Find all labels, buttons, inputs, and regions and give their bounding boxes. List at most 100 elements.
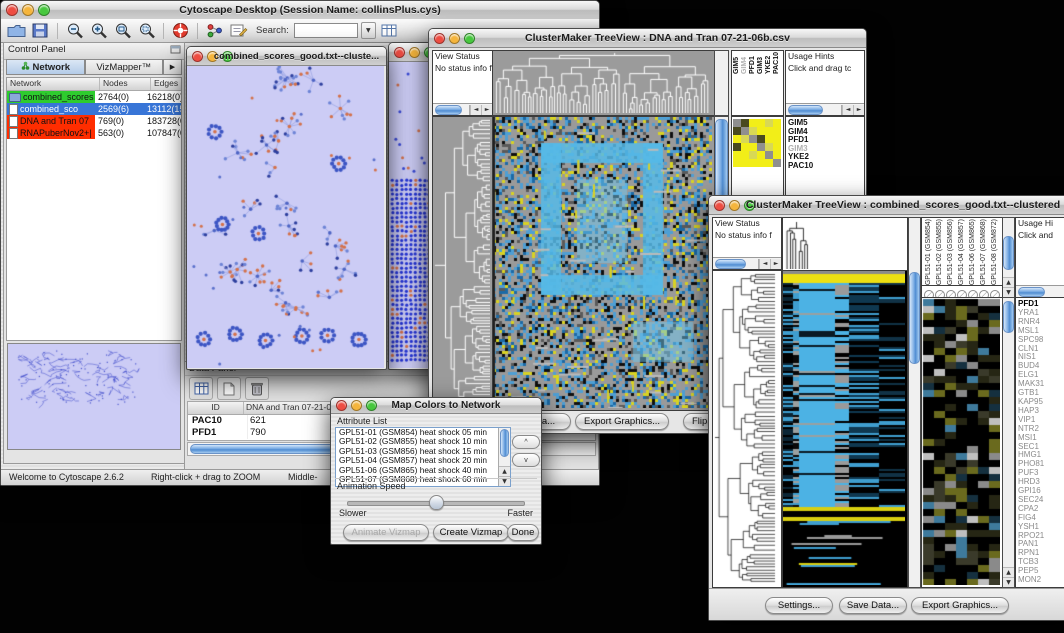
tv1-column-label[interactable]: GIM3	[757, 52, 765, 74]
scroll-left-arrow[interactable]: ◄	[759, 259, 770, 269]
tv2-column-label[interactable]: GPL51-08 (GSM872)	[989, 219, 1000, 285]
tv1-column-label[interactable]: GIM4	[741, 52, 749, 74]
scrollbar-thumb[interactable]	[715, 119, 728, 199]
scrollbar-thumb[interactable]	[435, 105, 462, 115]
scrollbar-thumb[interactable]	[715, 259, 746, 269]
zoom-fit-icon[interactable]	[112, 21, 133, 40]
search-input[interactable]	[294, 23, 358, 38]
network-view-titlebar[interactable]: combined_scores_good.txt--cluste...	[187, 47, 386, 66]
search-dropdown-button[interactable]: ▼	[361, 22, 376, 39]
id-column-header[interactable]: ID	[188, 402, 244, 414]
speed-slider-thumb[interactable]	[429, 495, 444, 510]
treeview1-titlebar[interactable]: ClusterMaker TreeView : DNA and Tran 07-…	[429, 29, 866, 48]
tv1-export-graphics-button[interactable]: Export Graphics...	[575, 413, 669, 430]
tv2-column-label[interactable]: GPL51-03 (GSM856)	[945, 219, 956, 285]
tv1-status-hscrollbar[interactable]: ◄►	[433, 103, 492, 115]
open-session-button[interactable]	[6, 21, 27, 40]
tv2-column-label[interactable]: GPL51-06 (GSM865)	[967, 219, 978, 285]
move-up-button[interactable]: ^	[512, 435, 540, 449]
tv2-gene-label[interactable]: MON2	[1016, 576, 1064, 585]
scrollbar-thumb[interactable]	[1018, 287, 1045, 297]
tab-overflow-button[interactable]: ▶	[163, 59, 182, 75]
close-button[interactable]	[6, 4, 18, 16]
scroll-right-arrow[interactable]: ►	[853, 105, 864, 115]
tab-vizmapper[interactable]: VizMapper™	[85, 59, 164, 75]
scroll-right-arrow[interactable]: ►	[770, 259, 781, 269]
network-list-row[interactable]: combined_scores2764(0)16218(0)	[7, 91, 181, 103]
close-button[interactable]	[434, 33, 445, 44]
tv1-column-label[interactable]: PFD1	[749, 52, 757, 74]
tv1-dendro-scrollbar[interactable]	[714, 50, 729, 116]
scroll-right-arrow[interactable]: ►	[481, 105, 492, 115]
tv2-column-label[interactable]: GPL51-01 (GSM854)	[923, 219, 934, 285]
scrollbar-thumb[interactable]	[1003, 301, 1014, 333]
tv2-heatmap[interactable]	[782, 270, 908, 588]
tv2-collabel-scrollbar[interactable]: ▲▼	[1002, 217, 1015, 298]
network-list-row[interactable]: combined_sco2569(6)13112(15)	[7, 103, 181, 115]
tv2-status-hscrollbar[interactable]: ◄►	[713, 257, 781, 269]
save-session-button[interactable]	[30, 21, 51, 40]
scroll-down-arrow[interactable]: ▼	[1003, 287, 1014, 297]
tv1-column-label[interactable]: PAC10	[773, 52, 781, 74]
tv1-heatmap[interactable]	[492, 116, 715, 411]
help-lifesaver-icon[interactable]	[170, 21, 191, 40]
tv2-column-label[interactable]: GPL51-04 (GSM857)	[956, 219, 967, 285]
network-list-row[interactable]: DNA and Tran 07769(0)183728(0)	[7, 115, 181, 127]
column-header-network[interactable]: Network	[7, 78, 100, 90]
create-vizmap-button[interactable]: Create Vizmap	[433, 524, 509, 541]
float-panel-icon[interactable]	[170, 45, 181, 57]
main-titlebar[interactable]: Cytoscape Desktop (Session Name: collins…	[1, 1, 599, 20]
tv2-save-data-button[interactable]: Save Data...	[839, 597, 907, 614]
scroll-up-arrow[interactable]: ▲	[499, 466, 510, 476]
scroll-left-arrow[interactable]: ◄	[842, 105, 853, 115]
tv2-export-graphics-button[interactable]: Export Graphics...	[911, 597, 1009, 614]
dialog-titlebar[interactable]: Map Colors to Network	[331, 398, 541, 414]
tv1-column-label[interactable]: GIM5	[733, 52, 741, 74]
scrollbar-thumb[interactable]	[788, 105, 823, 115]
zoom-selected-icon[interactable]	[136, 21, 157, 40]
tv2-gene-scrollbar[interactable]: ▲▼	[1002, 297, 1015, 588]
close-button[interactable]	[714, 200, 725, 211]
tv1-hints-hscrollbar[interactable]: ◄►	[786, 103, 864, 115]
scrollbar-thumb[interactable]	[909, 272, 920, 364]
minimize-button[interactable]	[409, 47, 420, 58]
tv1-row-label[interactable]: PAC10	[786, 162, 864, 171]
scroll-up-arrow[interactable]: ▲	[1003, 277, 1014, 287]
network-overview-canvas[interactable]	[7, 343, 181, 450]
network-list-row[interactable]: RNAPuberNov2+|563(0)107847(0)	[7, 127, 181, 139]
scrollbar-thumb[interactable]	[500, 429, 509, 457]
tab-network[interactable]: Network	[6, 59, 85, 75]
tv2-column-label[interactable]: GPL51-07 (GSM868)	[978, 219, 989, 285]
close-button[interactable]	[192, 51, 203, 62]
tv1-column-dendrogram[interactable]	[492, 50, 715, 116]
tv2-heatmap-vscrollbar[interactable]	[908, 217, 921, 588]
zoom-in-icon[interactable]	[88, 21, 109, 40]
tv2-hints-hscrollbar[interactable]	[1016, 285, 1064, 297]
network-view-canvas[interactable]	[187, 66, 384, 368]
column-header-nodes[interactable]: Nodes	[100, 78, 151, 90]
close-button[interactable]	[336, 400, 347, 411]
scroll-up-arrow[interactable]: ▲	[1003, 567, 1014, 577]
move-down-button[interactable]: v	[512, 453, 540, 467]
tv1-column-label[interactable]: YKE2	[765, 52, 773, 74]
zoom-out-icon[interactable]	[64, 21, 85, 40]
close-button[interactable]	[394, 47, 405, 58]
new-attribute-icon[interactable]	[217, 377, 241, 400]
scroll-left-arrow[interactable]: ◄	[470, 105, 481, 115]
animate-vizmap-button[interactable]: Animate Vizmap	[343, 524, 429, 541]
tv2-column-dendrogram[interactable]	[782, 217, 908, 272]
tv2-column-label[interactable]: GPL51-02 (GSM855)	[934, 219, 945, 285]
tv2-settings-button[interactable]: Settings...	[765, 597, 833, 614]
treeview2-titlebar[interactable]: ClusterMaker TreeView : combined_scores_…	[709, 196, 1064, 215]
tv2-row-dendrogram[interactable]	[712, 270, 782, 588]
done-button[interactable]: Done	[507, 524, 539, 541]
delete-attribute-icon[interactable]	[245, 377, 269, 400]
column-header-edges[interactable]: Edges	[151, 78, 181, 90]
tv1-row-dendrogram[interactable]	[432, 116, 493, 411]
tv2-zoom-heatmap[interactable]	[921, 297, 1003, 588]
attribute-browser-icon[interactable]	[379, 21, 400, 40]
vizmapper-icon[interactable]	[204, 21, 225, 40]
annotation-icon[interactable]	[228, 21, 249, 40]
select-attributes-icon[interactable]	[189, 377, 213, 400]
scrollbar-thumb[interactable]	[1003, 236, 1014, 270]
